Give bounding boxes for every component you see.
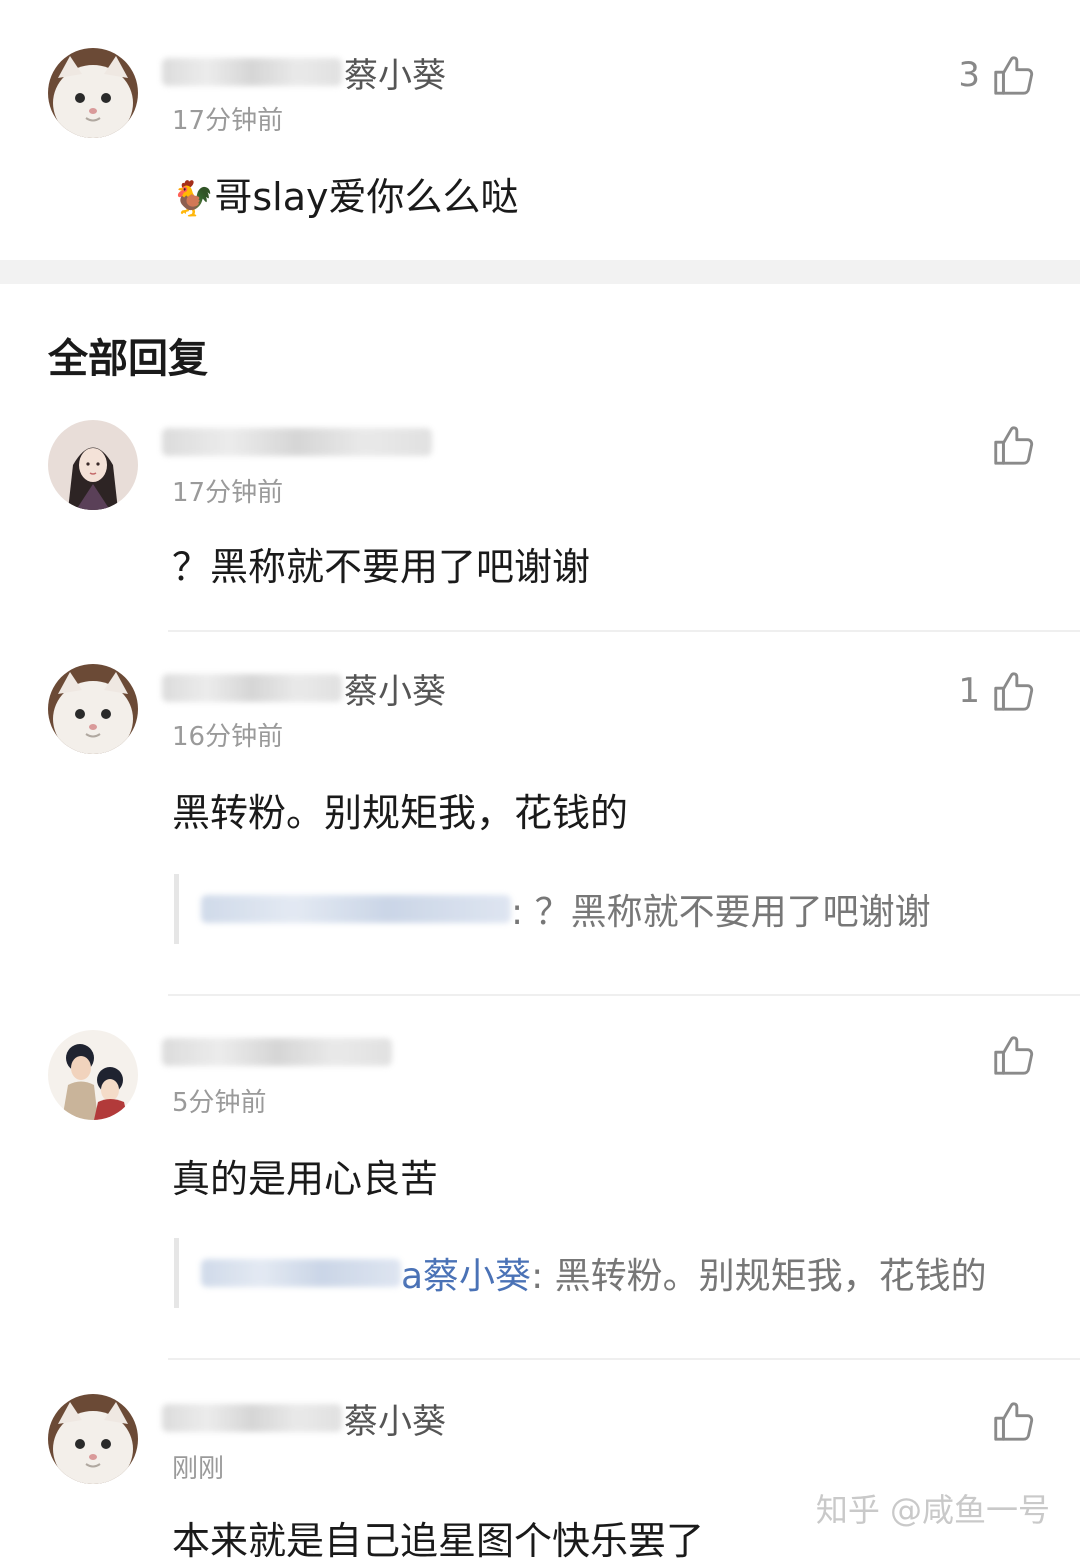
white-cat-avatar-icon [48, 48, 138, 138]
reply-item: 17分钟前 ？黑称就不要用了吧谢谢 [0, 400, 1080, 632]
blurred-name [162, 428, 432, 456]
timestamp: 17分钟前 [172, 478, 284, 508]
like-button[interactable] [980, 420, 1036, 470]
thumbs-up-icon [990, 52, 1036, 98]
chicken-emoji-icon: 🐓 [172, 179, 215, 219]
quoted-reply[interactable]: : ？黑称就不要用了吧谢谢 [174, 874, 931, 944]
like-count: 1 [958, 671, 980, 711]
comment-text: 🐓哥slay爱你么么哒 [172, 166, 518, 221]
illustrated-girl-avatar-icon [48, 420, 138, 510]
username[interactable] [162, 420, 434, 464]
section-separator [0, 260, 1080, 284]
avatar[interactable] [48, 664, 138, 754]
watermark: 知乎 @咸鱼一号 [815, 1491, 1050, 1529]
timestamp: 16分钟前 [172, 722, 284, 752]
reply-item: 5分钟前 真的是用心良苦 a蔡小葵 : 黑转粉。别规矩我，花钱的 [0, 996, 1080, 1360]
blurred-name [162, 1038, 392, 1066]
top-comment: 蔡小葵 17分钟前 3 🐓哥slay爱你么么哒 [0, 0, 1080, 260]
quoted-reply[interactable]: a蔡小葵 : 黑转粉。别规矩我，花钱的 [174, 1238, 987, 1308]
like-button[interactable] [980, 1030, 1036, 1080]
white-cat-avatar-icon [48, 664, 138, 754]
thumbs-up-icon [990, 1398, 1036, 1444]
blurred-name [162, 1404, 342, 1432]
like-count: 3 [958, 55, 980, 95]
blurred-name [201, 1259, 401, 1287]
reply-item: 蔡小葵 16分钟前 1 黑转粉。别规矩我，花钱的 : ？黑称就不要用了吧谢谢 [0, 632, 1080, 996]
username[interactable]: 蔡小葵 [162, 666, 446, 712]
like-button[interactable] [980, 1396, 1036, 1446]
section-title: 全部回复 [48, 336, 208, 382]
avatar[interactable] [48, 1030, 138, 1120]
avatar[interactable] [48, 420, 138, 510]
quoted-text: : ？黑称就不要用了吧谢谢 [511, 892, 931, 933]
username-suffix: 蔡小葵 [344, 1401, 446, 1442]
comment-body: 黑转粉。别规矩我，花钱的 [172, 791, 629, 835]
like-button[interactable]: 3 [958, 50, 1036, 100]
username-suffix: 蔡小葵 [344, 55, 446, 96]
blurred-name [162, 674, 342, 702]
thumbs-up-icon [990, 668, 1036, 714]
avatar[interactable] [48, 1394, 138, 1484]
like-button[interactable]: 1 [958, 666, 1036, 716]
username-suffix: 蔡小葵 [344, 671, 446, 712]
white-cat-avatar-icon [48, 1394, 138, 1484]
comment-body: 真的是用心良苦 [172, 1157, 439, 1201]
username[interactable]: 蔡小葵 [162, 1396, 446, 1442]
comment-body: 本来就是自己追星图个快乐罢了 [172, 1519, 705, 1563]
thumbs-up-icon [990, 422, 1036, 468]
blurred-name [201, 895, 511, 923]
illustrated-couple-avatar-icon [48, 1030, 138, 1120]
thumbs-up-icon [990, 1032, 1036, 1078]
comment-body: ？黑称就不要用了吧谢谢 [172, 545, 591, 589]
timestamp: 刚刚 [172, 1454, 225, 1484]
timestamp: 5分钟前 [172, 1088, 267, 1118]
quoted-mention[interactable]: a蔡小葵 [401, 1247, 531, 1299]
username[interactable] [162, 1030, 394, 1074]
comment-body: 哥slay爱你么么哒 [214, 175, 519, 219]
avatar[interactable] [48, 48, 138, 138]
username[interactable]: 蔡小葵 [162, 50, 446, 96]
blurred-name [162, 58, 342, 86]
timestamp: 17分钟前 [172, 106, 284, 136]
quoted-text: : 黑转粉。别规矩我，花钱的 [531, 1256, 987, 1297]
